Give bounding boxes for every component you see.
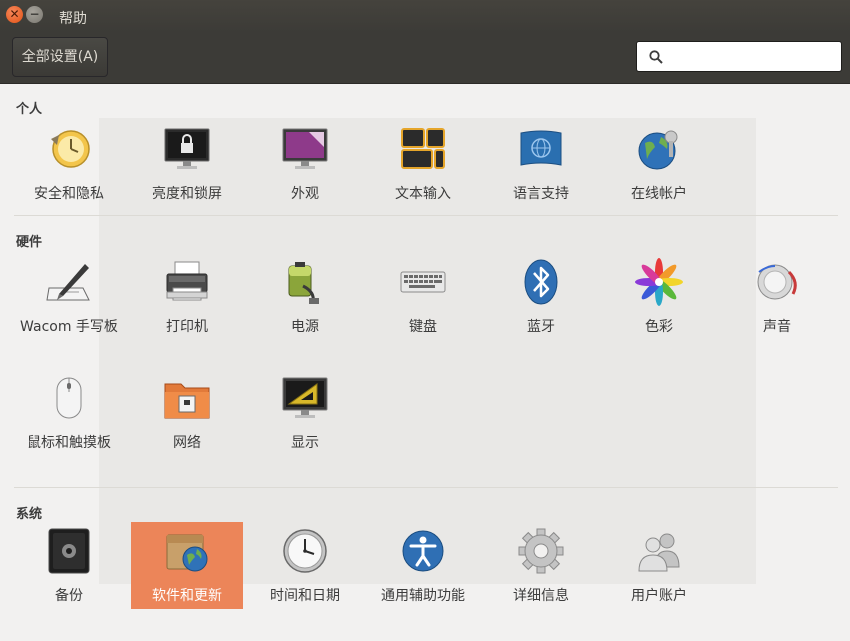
minimize-button[interactable]: − bbox=[26, 6, 43, 23]
item-brightness-lock[interactable]: 亮度和锁屏 bbox=[131, 125, 243, 205]
displays-icon bbox=[282, 377, 328, 418]
bluetooth-icon bbox=[524, 259, 558, 305]
window-title: 帮助 bbox=[59, 11, 87, 27]
color-icon bbox=[635, 258, 683, 306]
wacom-tablet-icon bbox=[46, 264, 90, 301]
search-input[interactable] bbox=[671, 46, 831, 68]
details-icon bbox=[518, 528, 564, 574]
item-label: 外观 bbox=[291, 186, 319, 202]
item-label: 色彩 bbox=[645, 319, 673, 335]
item-label: 备份 bbox=[55, 588, 83, 604]
close-icon: ✕ bbox=[9, 7, 20, 21]
item-label: 蓝牙 bbox=[527, 319, 555, 335]
item-label: 通用辅助功能 bbox=[381, 588, 465, 604]
item-label: 时间和日期 bbox=[270, 588, 340, 604]
item-label: 用户账户 bbox=[631, 588, 687, 604]
item-label: 详细信息 bbox=[513, 588, 569, 604]
sound-icon bbox=[757, 264, 797, 300]
time-date-icon bbox=[283, 529, 327, 573]
item-label: 键盘 bbox=[409, 319, 437, 335]
language-support-icon bbox=[520, 130, 562, 166]
item-label: 显示 bbox=[291, 435, 319, 451]
title-bar: ✕ − 帮助 bbox=[0, 0, 850, 32]
item-label: 鼠标和触摸板 bbox=[27, 435, 111, 451]
section-title-hardware: 硬件 bbox=[16, 235, 43, 250]
item-language-support[interactable]: 语言支持 bbox=[485, 125, 597, 205]
software-updates-icon bbox=[166, 534, 208, 572]
close-button[interactable]: ✕ bbox=[6, 6, 23, 23]
item-software-updates[interactable]: 软件和更新 bbox=[131, 522, 243, 609]
toolbar: 全部设置(A) bbox=[0, 32, 850, 84]
item-label: 声音 bbox=[763, 319, 791, 335]
item-security-privacy[interactable]: 安全和隐私 bbox=[13, 125, 125, 205]
item-online-accounts[interactable]: 在线帐户 bbox=[603, 125, 715, 205]
item-label: 软件和更新 bbox=[152, 588, 222, 604]
item-network[interactable]: 网络 bbox=[131, 374, 243, 454]
item-color[interactable]: 色彩 bbox=[603, 258, 715, 338]
appearance-icon bbox=[282, 128, 328, 169]
item-label: 语言支持 bbox=[513, 186, 569, 202]
divider bbox=[14, 487, 838, 488]
power-icon bbox=[288, 262, 319, 304]
network-icon bbox=[164, 383, 210, 419]
item-sound[interactable]: 声音 bbox=[721, 258, 833, 338]
item-label: 文本输入 bbox=[395, 186, 451, 202]
item-details[interactable]: 详细信息 bbox=[485, 522, 597, 609]
keyboard-icon bbox=[400, 271, 446, 293]
item-universal-access[interactable]: 通用辅助功能 bbox=[367, 522, 479, 609]
user-accounts-icon bbox=[638, 533, 680, 572]
section-title-personal: 个人 bbox=[16, 102, 43, 117]
item-text-entry[interactable]: 文本输入 bbox=[367, 125, 479, 205]
item-keyboard[interactable]: 键盘 bbox=[367, 258, 479, 338]
divider bbox=[14, 215, 838, 216]
universal-access-icon bbox=[402, 530, 444, 572]
item-label: 在线帐户 bbox=[631, 186, 687, 202]
brightness-lock-icon bbox=[164, 128, 210, 169]
item-mouse-touchpad[interactable]: 鼠标和触摸板 bbox=[13, 374, 125, 454]
search-icon bbox=[649, 50, 663, 64]
section-title-system: 系统 bbox=[16, 507, 43, 522]
item-label: 安全和隐私 bbox=[34, 186, 104, 202]
item-printer[interactable]: 打印机 bbox=[131, 258, 243, 338]
security-privacy-icon bbox=[51, 130, 90, 168]
item-wacom-tablet[interactable]: Wacom 手写板 bbox=[13, 258, 125, 338]
all-settings-button[interactable]: 全部设置(A) bbox=[12, 37, 108, 77]
text-entry-icon bbox=[401, 128, 445, 169]
item-label: 亮度和锁屏 bbox=[152, 186, 222, 202]
item-label: Wacom 手写板 bbox=[20, 319, 118, 335]
mouse-touchpad-icon bbox=[56, 377, 82, 419]
item-user-accounts[interactable]: 用户账户 bbox=[603, 522, 715, 609]
item-label: 网络 bbox=[173, 435, 201, 451]
online-accounts-icon bbox=[638, 130, 678, 170]
item-bluetooth[interactable]: 蓝牙 bbox=[485, 258, 597, 338]
item-power[interactable]: 电源 bbox=[249, 258, 361, 338]
item-label: 打印机 bbox=[166, 319, 208, 335]
item-displays[interactable]: 显示 bbox=[249, 374, 361, 454]
backup-icon bbox=[48, 528, 90, 574]
search-box[interactable] bbox=[636, 41, 842, 72]
item-backup[interactable]: 备份 bbox=[13, 522, 125, 609]
item-label: 电源 bbox=[291, 319, 319, 335]
settings-content: 个人 安全和隐私 亮度和锁屏 外观 文本输入 语言支持 在线帐户 硬件 Waco… bbox=[0, 85, 850, 641]
printer-icon bbox=[166, 261, 208, 301]
minimize-icon: − bbox=[29, 7, 40, 21]
item-time-date[interactable]: 时间和日期 bbox=[249, 522, 361, 609]
settings-window: ✕ − 帮助 全部设置(A) 个人 安全和隐私 亮度和锁屏 外观 文本输入 语言… bbox=[0, 0, 850, 641]
item-appearance[interactable]: 外观 bbox=[249, 125, 361, 205]
